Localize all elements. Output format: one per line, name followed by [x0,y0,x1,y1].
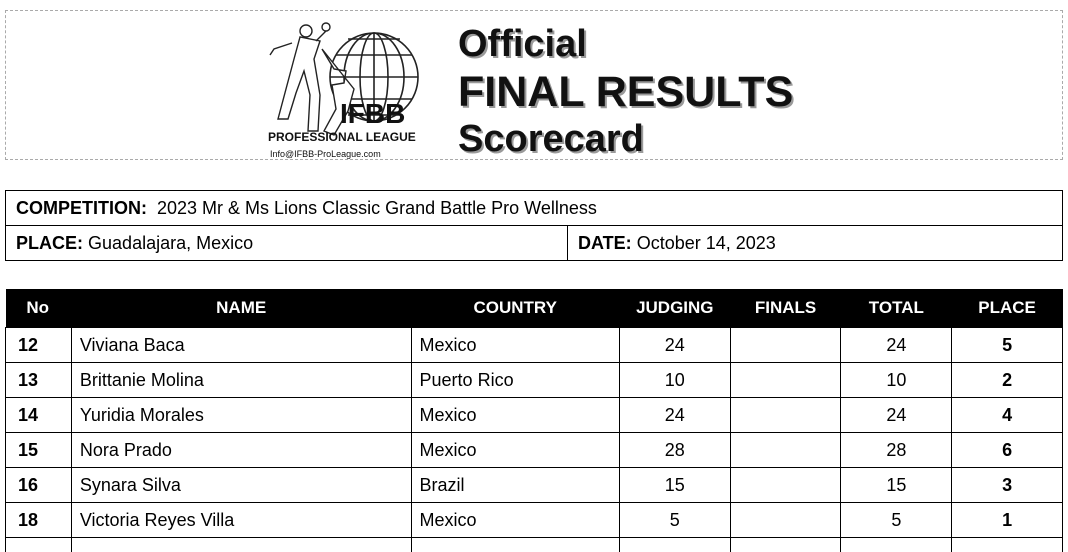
ifbb-logo: IFBB PROFESSIONAL LEAGUE Info@IFBB-ProLe… [264,19,449,164]
cell-country: Mexico [411,503,619,538]
cell-finals [730,328,841,363]
title-official: Official [458,25,793,63]
title-final-results: FINAL RESULTS [458,71,793,114]
logo-league-text: PROFESSIONAL LEAGUE [268,130,416,144]
cell-total: 10 [841,363,952,398]
date-cell: DATE: October 14, 2023 [568,226,1063,261]
competition-info-table: COMPETITION: 2023 Mr & Ms Lions Classic … [5,190,1063,261]
cell-place: 5 [952,328,1063,363]
logo-email-text: Info@IFBB-ProLeague.com [270,149,381,159]
cell-country: Mexico [411,398,619,433]
cell-total: 15 [841,468,952,503]
cell-finals [730,363,841,398]
table-row: 18 Victoria Reyes Villa Mexico 5 5 1 [6,503,1063,538]
cell-country: Brazil [411,468,619,503]
cell-no: 15 [6,433,72,468]
cell-place: 4 [952,398,1063,433]
competition-value: 2023 Mr & Ms Lions Classic Grand Battle … [157,198,597,218]
cell-place: 3 [952,468,1063,503]
cell-no: 14 [6,398,72,433]
cell-judging: 5 [619,503,730,538]
cell-country: Mexico [411,433,619,468]
date-label: DATE [578,233,626,253]
competition-row: COMPETITION: 2023 Mr & Ms Lions Classic … [6,191,1063,226]
cell-place: 1 [952,503,1063,538]
table-row: 16 Synara Silva Brazil 15 15 3 [6,468,1063,503]
header-judging: JUDGING [619,289,730,328]
place-value: Guadalajara, Mexico [88,233,253,253]
cell-no: 18 [6,503,72,538]
title-scorecard: Scorecard [458,120,793,158]
cell-judging: 24 [619,398,730,433]
cell-name: Brittanie Molina [71,363,411,398]
cell-total: 24 [841,328,952,363]
place-cell: PLACE: Guadalajara, Mexico [6,226,568,261]
ifbb-logo-graphic: IFBB PROFESSIONAL LEAGUE Info@IFBB-ProLe… [264,19,449,164]
header-finals: FINALS [730,289,841,328]
header-box: IFBB PROFESSIONAL LEAGUE Info@IFBB-ProLe… [5,10,1063,160]
cell-place: 2 [952,363,1063,398]
cell-judging: 24 [619,328,730,363]
place-label: PLACE [16,233,77,253]
cell-judging: 10 [619,363,730,398]
results-body: 12 Viviana Baca Mexico 24 24 5 13 Britta… [6,328,1063,552]
header-name: NAME [71,289,411,328]
cell-place: 6 [952,433,1063,468]
cell-total: 5 [841,503,952,538]
header-no: No [6,289,72,328]
results-header-row: No NAME COUNTRY JUDGING FINALS TOTAL PLA… [6,289,1063,328]
cell-no: 16 [6,468,72,503]
cell-country: Mexico [411,328,619,363]
table-row: 14 Yuridia Morales Mexico 24 24 4 [6,398,1063,433]
place-date-row: PLACE: Guadalajara, Mexico DATE: October… [6,226,1063,261]
header-place: PLACE [952,289,1063,328]
table-row: 15 Nora Prado Mexico 28 28 6 [6,433,1063,468]
cell-finals [730,398,841,433]
competition-cell: COMPETITION: 2023 Mr & Ms Lions Classic … [6,191,1063,226]
cell-country: Puerto Rico [411,363,619,398]
table-row-cutoff [6,538,1063,552]
competition-label: COMPETITION [16,198,141,218]
cell-name: Nora Prado [71,433,411,468]
cell-no: 12 [6,328,72,363]
cell-finals [730,468,841,503]
date-value: October 14, 2023 [637,233,776,253]
results-table: No NAME COUNTRY JUDGING FINALS TOTAL PLA… [5,289,1063,552]
cell-total: 24 [841,398,952,433]
header-total: TOTAL [841,289,952,328]
logo-brand-text: IFBB [340,98,405,129]
cell-name: Synara Silva [71,468,411,503]
cell-total: 28 [841,433,952,468]
cell-finals [730,433,841,468]
cell-name: Viviana Baca [71,328,411,363]
cell-name: Victoria Reyes Villa [71,503,411,538]
cell-name: Yuridia Morales [71,398,411,433]
cell-no: 13 [6,363,72,398]
cell-judging: 15 [619,468,730,503]
table-row: 13 Brittanie Molina Puerto Rico 10 10 2 [6,363,1063,398]
title-block: Official FINAL RESULTS Scorecard [458,25,793,158]
header-country: COUNTRY [411,289,619,328]
cell-finals [730,503,841,538]
cell-judging: 28 [619,433,730,468]
table-row: 12 Viviana Baca Mexico 24 24 5 [6,328,1063,363]
